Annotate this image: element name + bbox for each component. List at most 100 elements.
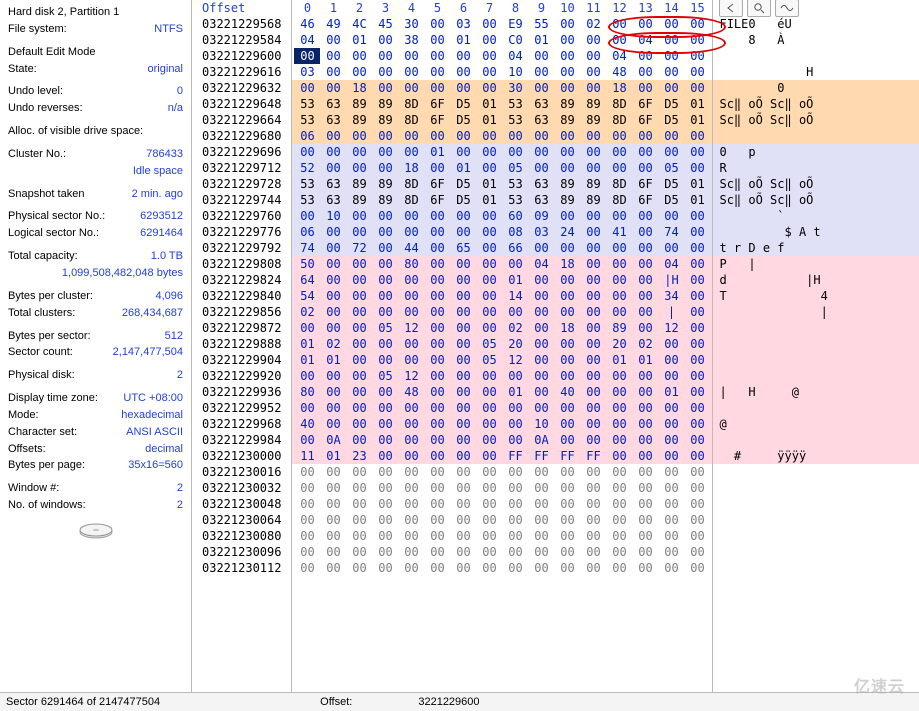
hex-byte[interactable]: 00 [398,544,424,560]
hex-byte[interactable]: 00 [450,448,476,464]
hex-byte[interactable]: 00 [372,224,398,240]
ascii-row[interactable]: R [713,160,919,176]
hex-byte[interactable]: 00 [372,240,398,256]
hex-byte[interactable]: 00 [502,464,528,480]
ascii-row[interactable] [713,480,919,496]
hex-byte[interactable]: 00 [528,288,554,304]
ascii-row[interactable]: Sc‖ oÕ Sc‖ oÕ [713,112,919,128]
hex-byte[interactable]: 53 [502,96,528,112]
hex-byte[interactable]: 00 [658,448,684,464]
hex-row[interactable]: 00000005120000000200180089001200 [292,320,712,336]
hex-byte[interactable]: 89 [580,192,606,208]
hex-byte[interactable]: 89 [580,96,606,112]
hex-byte[interactable]: 04 [658,256,684,272]
hex-byte[interactable]: 00 [346,256,372,272]
hex-byte[interactable]: 00 [476,432,502,448]
hex-row[interactable]: 0200000000000000000000000000|00 [292,304,712,320]
hex-byte[interactable]: 00 [606,416,632,432]
hex-byte[interactable]: 63 [528,112,554,128]
hex-byte[interactable]: 00 [580,464,606,480]
hex-byte[interactable]: 00 [580,304,606,320]
hex-byte[interactable]: 00 [424,512,450,528]
hex-byte[interactable]: 89 [606,320,632,336]
hex-byte[interactable]: 74 [658,224,684,240]
hex-byte[interactable]: 00 [502,256,528,272]
ascii-row[interactable] [713,432,919,448]
hex-byte[interactable]: 00 [372,160,398,176]
hex-byte[interactable]: 50 [294,256,320,272]
hex-byte[interactable]: 8D [398,112,424,128]
hex-byte[interactable]: 00 [346,160,372,176]
hex-byte[interactable]: 00 [372,208,398,224]
hex-byte[interactable]: 02 [320,336,346,352]
hex-byte[interactable]: 00 [320,144,346,160]
hex-byte[interactable]: 00 [528,144,554,160]
hex-byte[interactable]: 00 [554,368,580,384]
hex-byte[interactable]: 01 [294,336,320,352]
hex-byte[interactable]: 00 [606,384,632,400]
hex-byte[interactable]: 72 [346,240,372,256]
hex-byte[interactable]: 00 [684,432,710,448]
hex-byte[interactable]: 00 [580,320,606,336]
hex-byte[interactable]: 00 [632,432,658,448]
hex-byte[interactable]: 00 [320,320,346,336]
hex-row[interactable]: 00000000000000000000000000000000 [292,512,712,528]
hex-byte[interactable]: 00 [424,528,450,544]
hex-byte[interactable]: 00 [372,432,398,448]
hex-byte[interactable]: 00 [658,336,684,352]
hex-byte[interactable]: 00 [398,128,424,144]
hex-byte[interactable]: 8D [606,112,632,128]
hex-byte[interactable]: 00 [528,240,554,256]
hex-row[interactable]: 00000000000000000000000000000000 [292,464,712,480]
hex-byte[interactable]: 00 [528,64,554,80]
hex-byte[interactable]: 00 [580,544,606,560]
hex-byte[interactable]: 00 [606,304,632,320]
hex-byte[interactable]: 00 [294,320,320,336]
hex-byte[interactable]: 00 [320,512,346,528]
hex-byte[interactable]: 00 [554,432,580,448]
hex-byte[interactable]: 00 [294,48,320,64]
hex-byte[interactable]: 02 [632,336,658,352]
hex-byte[interactable]: 03 [528,224,554,240]
hex-byte[interactable]: 00 [658,16,684,32]
hex-byte[interactable]: 00 [632,272,658,288]
hex-byte[interactable]: 18 [346,80,372,96]
hex-byte[interactable]: 63 [320,112,346,128]
hex-byte[interactable]: 00 [294,512,320,528]
hex-byte[interactable]: D5 [658,176,684,192]
hex-byte[interactable]: 00 [398,48,424,64]
hex-byte[interactable]: 20 [502,336,528,352]
hex-byte[interactable]: 00 [476,304,502,320]
hex-byte[interactable]: 00 [606,528,632,544]
hex-byte[interactable]: 00 [606,512,632,528]
hex-byte[interactable]: 00 [450,128,476,144]
hex-byte[interactable]: 00 [346,224,372,240]
ascii-row[interactable]: | H @ [713,384,919,400]
hex-byte[interactable]: 00 [398,352,424,368]
hex-byte[interactable]: 01 [476,96,502,112]
hex-byte[interactable]: 00 [502,432,528,448]
ascii-row[interactable] [713,48,919,64]
hex-byte[interactable]: 89 [554,176,580,192]
hex-byte[interactable]: 00 [476,64,502,80]
hex-byte[interactable]: 00 [450,336,476,352]
hex-byte[interactable]: 00 [398,480,424,496]
hex-byte[interactable]: 00 [320,160,346,176]
hex-byte[interactable]: 8D [606,176,632,192]
hex-byte[interactable]: 00 [346,560,372,576]
hex-byte[interactable]: 00 [528,48,554,64]
hex-byte[interactable]: 00 [372,544,398,560]
hex-byte[interactable]: 00 [658,48,684,64]
hex-row[interactable]: 06000000000000000000000000000000 [292,128,712,144]
hex-byte[interactable]: 00 [684,256,710,272]
hex-byte[interactable]: 00 [320,32,346,48]
hex-byte[interactable]: 00 [424,48,450,64]
hex-byte[interactable]: 00 [606,480,632,496]
hex-byte[interactable]: 00 [450,320,476,336]
hex-byte[interactable]: 6F [424,192,450,208]
hex-byte[interactable]: 01 [684,176,710,192]
hex-byte[interactable]: 00 [476,512,502,528]
hex-byte[interactable]: 00 [294,400,320,416]
hex-byte[interactable]: 00 [528,128,554,144]
hex-row[interactable]: 74007200440065006600000000000000 [292,240,712,256]
